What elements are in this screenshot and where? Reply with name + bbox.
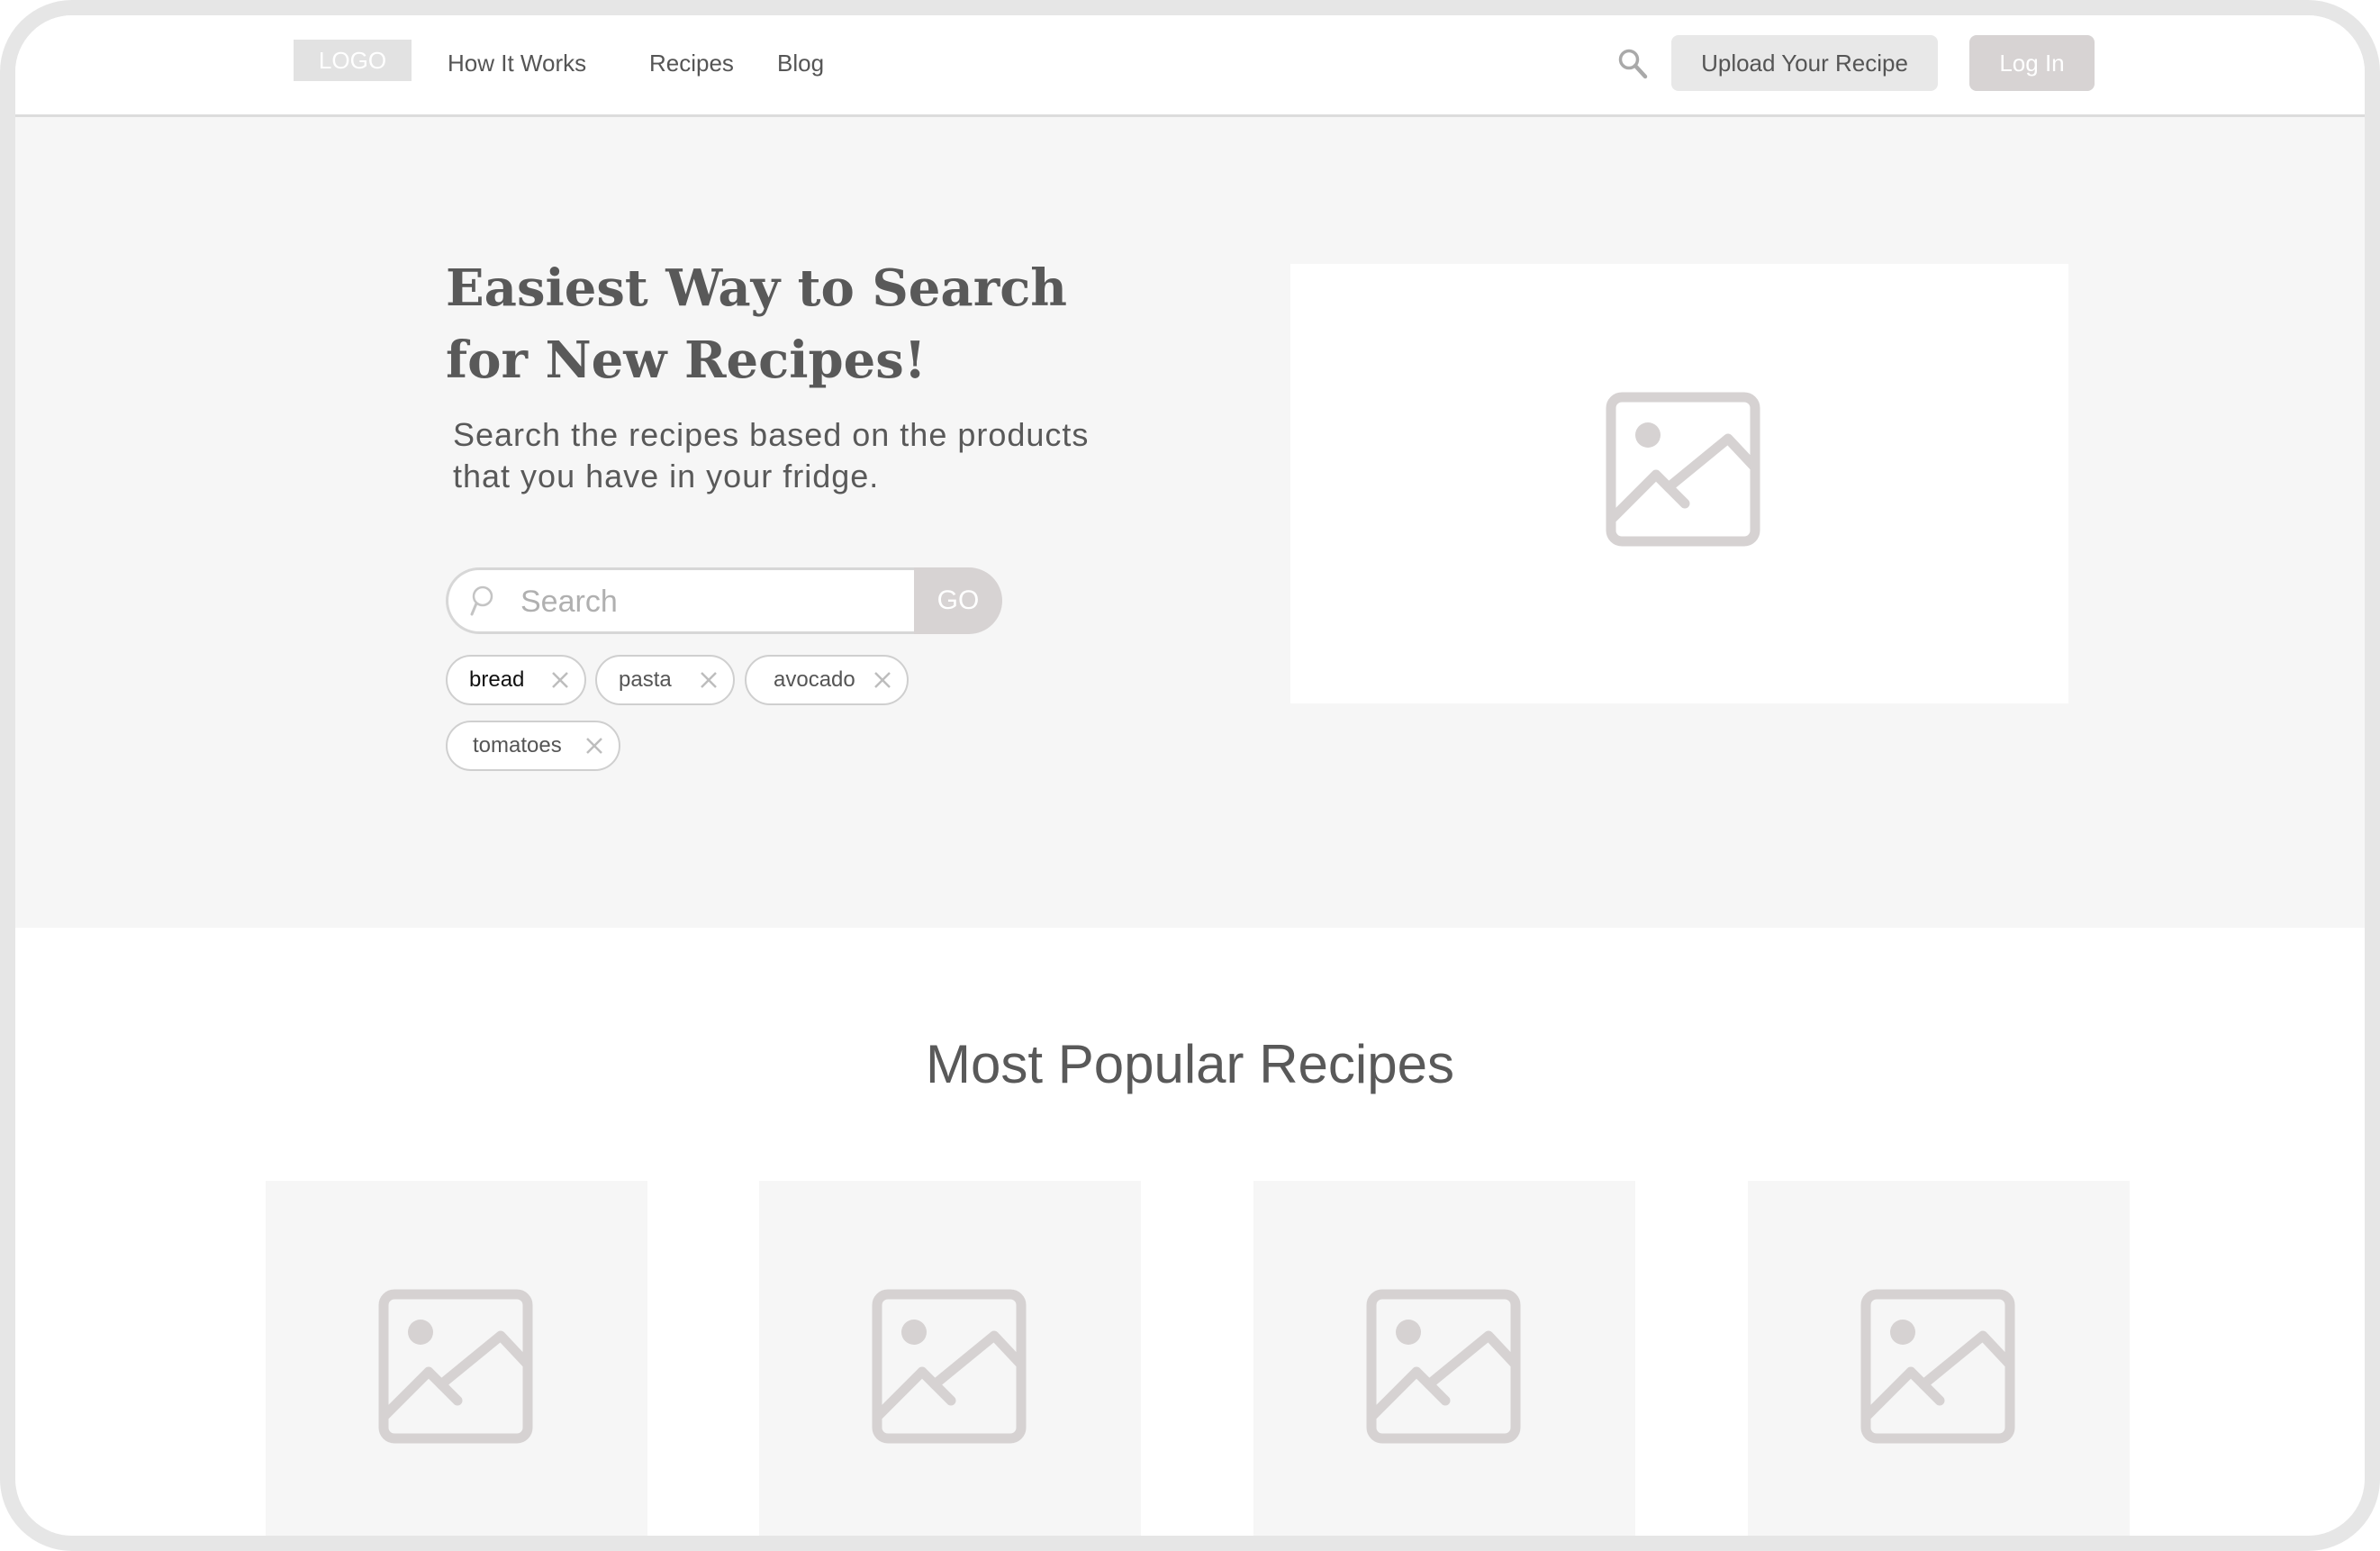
recipe-card[interactable] [266, 1181, 647, 1536]
hero-subtitle-line-1: Search the recipes based on the products [453, 416, 1090, 453]
image-placeholder-icon [872, 1289, 1027, 1444]
tag-label: tomatoes [473, 733, 562, 757]
search-input[interactable] [519, 579, 900, 624]
close-icon[interactable] [699, 670, 719, 690]
logo[interactable]: LOGO [294, 40, 412, 81]
image-placeholder-icon [1860, 1289, 2015, 1444]
recipe-card[interactable] [1748, 1181, 2130, 1536]
nav-link-blog[interactable]: Blog [777, 50, 824, 77]
image-placeholder-icon [1606, 392, 1760, 547]
ingredient-tag-pasta: pasta [595, 655, 735, 705]
image-placeholder-icon [1366, 1289, 1521, 1444]
ingredient-tag-avocado: avocado [745, 655, 909, 705]
recipe-card[interactable] [1253, 1181, 1635, 1536]
ingredient-search-box [446, 567, 914, 634]
login-button[interactable]: Log In [1969, 35, 2095, 91]
browser-frame: LOGO How It Works Recipes Blog Upload Yo… [0, 0, 2380, 1551]
hero-section: Easiest Way to Search for New Recipes! S… [15, 117, 2365, 928]
tag-label: avocado [774, 667, 855, 692]
hero-image [1290, 264, 2068, 703]
hero-subtitle-line-2: that you have in your fridge. [453, 458, 880, 494]
image-placeholder-icon [378, 1289, 533, 1444]
tag-label: bread [469, 667, 525, 692]
nav-link-how-it-works[interactable]: How It Works [448, 50, 586, 77]
section-title-most-popular: Most Popular Recipes [926, 1034, 1454, 1094]
close-icon[interactable] [584, 736, 604, 756]
nav-link-recipes[interactable]: Recipes [649, 50, 734, 77]
hero-title: Easiest Way to Search for New Recipes! [446, 252, 1067, 396]
search-icon [470, 585, 493, 616]
ingredient-tag-tomatoes: tomatoes [446, 721, 620, 771]
top-navbar: LOGO How It Works Recipes Blog Upload Yo… [15, 15, 2365, 117]
recipe-card[interactable] [759, 1181, 1141, 1536]
search-icon[interactable] [1617, 48, 1648, 80]
ingredient-tag-bread: bread [446, 655, 586, 705]
close-icon[interactable] [550, 670, 570, 690]
tag-label: pasta [619, 667, 672, 692]
hero-title-line-2: for New Recipes! [446, 331, 927, 390]
hero-subtitle: Search the recipes based on the products… [453, 414, 1089, 497]
go-button[interactable]: GO [914, 567, 1002, 634]
close-icon[interactable] [873, 670, 892, 690]
hero-title-line-1: Easiest Way to Search [446, 258, 1068, 318]
upload-recipe-button[interactable]: Upload Your Recipe [1671, 35, 1938, 91]
